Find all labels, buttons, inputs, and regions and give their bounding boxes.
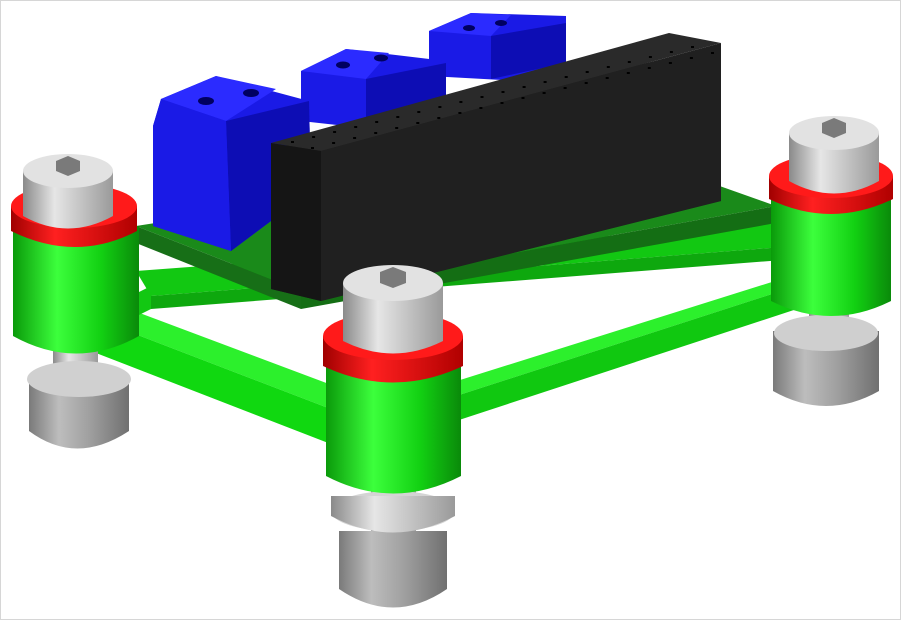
- pin-hole: [522, 86, 526, 88]
- pin-hole: [564, 76, 568, 78]
- render-viewport[interactable]: [0, 0, 901, 620]
- corner-standoff-back-right: [769, 116, 893, 406]
- pin-hole: [584, 82, 588, 84]
- pin-hole: [542, 92, 546, 94]
- pin-hole: [375, 121, 379, 123]
- pin-hole: [416, 122, 420, 124]
- pin-hole: [521, 97, 525, 99]
- pin-hole: [711, 52, 714, 54]
- pin-hole: [626, 72, 630, 74]
- pin-hole: [627, 61, 631, 63]
- pin-hole: [354, 126, 358, 128]
- pin-hole: [689, 57, 693, 59]
- pin-hole: [500, 102, 504, 104]
- pin-hole: [648, 56, 652, 58]
- pin-hole: [458, 112, 462, 114]
- pin-hole: [543, 81, 547, 83]
- pin-hole: [396, 116, 400, 118]
- pin-hole: [606, 66, 610, 68]
- pin-hole: [605, 77, 609, 79]
- pin-hole: [479, 107, 483, 109]
- pin-hole: [691, 46, 694, 48]
- corner-standoff-back-left: [11, 154, 139, 449]
- frame-right-bar: [441, 276, 806, 421]
- pin-hole: [333, 131, 337, 133]
- pin-hole: [647, 67, 651, 69]
- pin-hole: [291, 141, 294, 143]
- pin-hole: [585, 71, 589, 73]
- pin-hole: [332, 142, 336, 144]
- pin-hole: [311, 147, 314, 149]
- pin-hole: [417, 111, 421, 113]
- pin-hole: [374, 132, 378, 134]
- pin-hole: [438, 106, 442, 108]
- pin-hole: [668, 62, 672, 64]
- pin-hole: [437, 117, 441, 119]
- pin-hole: [563, 87, 567, 89]
- pin-hole: [353, 137, 357, 139]
- pin-hole: [395, 127, 399, 129]
- pin-hole: [459, 101, 463, 103]
- pin-hole: [669, 51, 673, 53]
- pin-hole: [501, 91, 505, 93]
- pin-hole: [480, 96, 484, 98]
- corner-standoff-front: [323, 265, 463, 608]
- cad-render-scene: [11, 13, 893, 608]
- pin-hole: [312, 136, 316, 138]
